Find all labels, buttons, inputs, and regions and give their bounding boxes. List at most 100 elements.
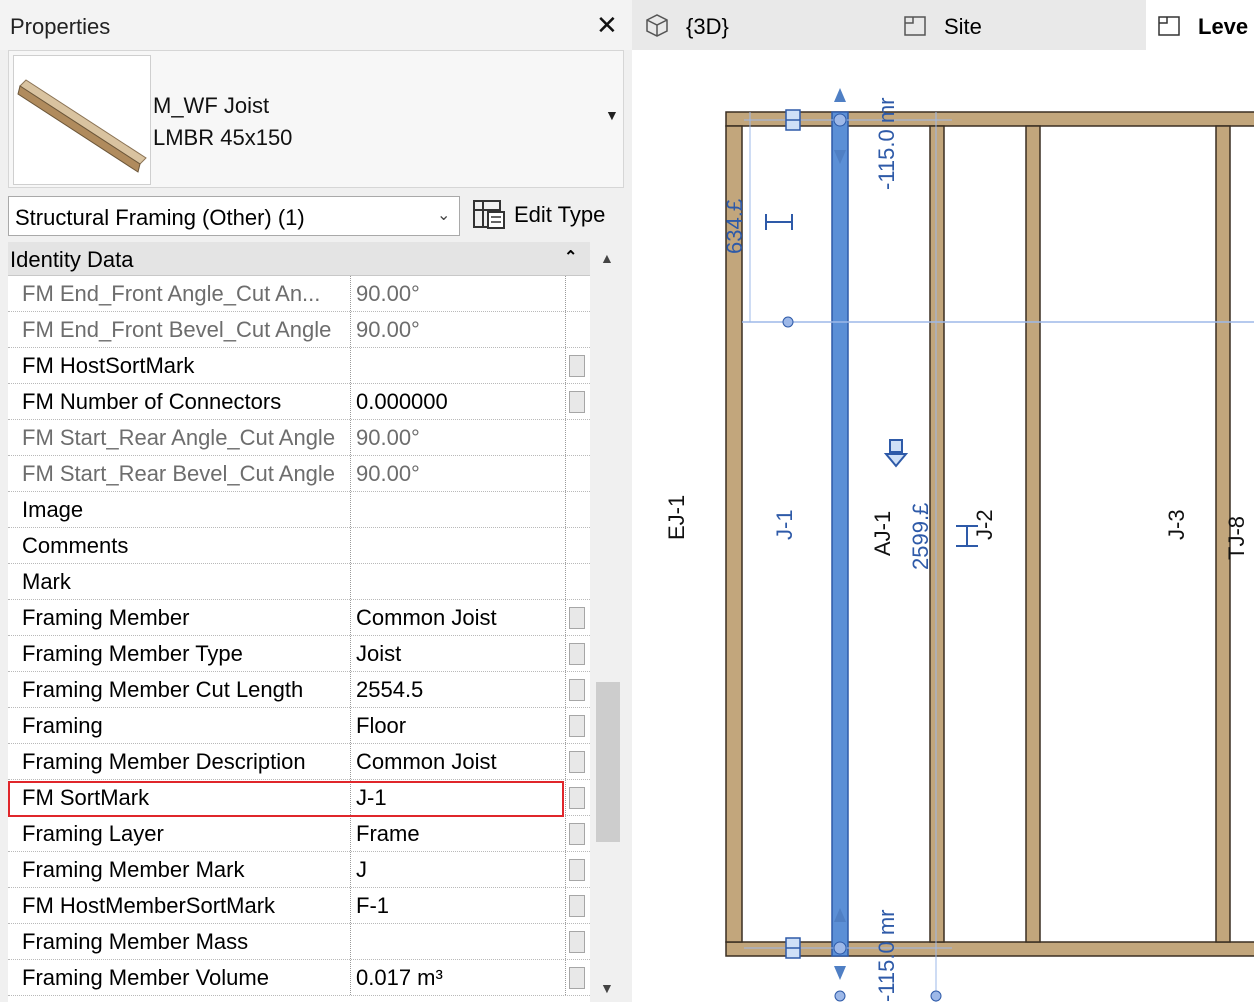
- property-name: FM HostMemberSortMark: [22, 893, 276, 918]
- flip-control-icon[interactable]: [883, 439, 909, 468]
- drag-arrow-up-icon[interactable]: [834, 88, 846, 102]
- associate-parameter-button[interactable]: [569, 859, 585, 881]
- drawing-canvas[interactable]: EJ-1 J-1 AJ-1 J-2 J-3 TJ-8 -115.0 mr -11…: [632, 50, 1254, 1002]
- property-value[interactable]: 90.00°: [356, 425, 562, 451]
- property-value[interactable]: F-1: [356, 893, 562, 919]
- property-row[interactable]: Framing Member Common Joist: [8, 600, 590, 636]
- property-row[interactable]: FM Start_Rear Angle_Cut Angle 90.00°: [8, 420, 590, 456]
- property-value[interactable]: 0.000000: [356, 389, 562, 415]
- property-value[interactable]: 90.00°: [356, 461, 562, 487]
- property-value[interactable]: Common Joist: [356, 605, 562, 631]
- property-row[interactable]: FM SortMark J-1: [8, 780, 590, 816]
- property-value[interactable]: Joist: [356, 641, 562, 667]
- associate-parameter-button[interactable]: [569, 751, 585, 773]
- property-value[interactable]: Floor: [356, 713, 562, 739]
- scroll-down-icon[interactable]: ▼: [600, 980, 614, 996]
- property-value[interactable]: Common Joist: [356, 749, 562, 775]
- associate-parameter-button[interactable]: [569, 607, 585, 629]
- tab-level[interactable]: Leve: [1146, 0, 1254, 50]
- edit-type-button[interactable]: Edit Type: [470, 196, 620, 232]
- column-separator: [350, 276, 351, 311]
- column-separator: [565, 312, 566, 347]
- column-separator: [565, 888, 566, 923]
- associate-parameter-button[interactable]: [569, 643, 585, 665]
- associate-parameter-button[interactable]: [569, 931, 585, 953]
- property-value[interactable]: 0.017 m³: [356, 965, 562, 991]
- framing-plan[interactable]: EJ-1 J-1 AJ-1 J-2 J-3 TJ-8 -115.0 mr -11…: [632, 50, 1254, 1002]
- type-preview-image: [13, 55, 151, 185]
- associate-parameter-button[interactable]: [569, 895, 585, 917]
- plan-view-icon: [904, 16, 926, 36]
- property-name: Framing Member Volume: [22, 965, 269, 990]
- property-row[interactable]: Mark: [8, 564, 590, 600]
- property-row[interactable]: Framing Member Mark J: [8, 852, 590, 888]
- property-row[interactable]: FM HostMemberSortMark F-1: [8, 888, 590, 924]
- property-row[interactable]: Framing Member Type Joist: [8, 636, 590, 672]
- property-row[interactable]: FM End_Front Bevel_Cut Angle 90.00°: [8, 312, 590, 348]
- scrollbar-thumb[interactable]: [596, 682, 620, 842]
- pin-icon[interactable]: [785, 937, 801, 959]
- grip-dot[interactable]: [930, 990, 942, 1002]
- property-row[interactable]: FM Start_Rear Bevel_Cut Angle 90.00°: [8, 456, 590, 492]
- properties-grid: Identity Data ⌃ FM End_Front Angle_Cut A…: [8, 242, 590, 1002]
- property-row[interactable]: Framing Floor: [8, 708, 590, 744]
- property-row[interactable]: FM End_Front Angle_Cut An... 90.00°: [8, 276, 590, 312]
- close-icon[interactable]: ✕: [596, 12, 618, 38]
- property-name: Comments: [22, 533, 129, 558]
- instance-filter-dropdown[interactable]: Structural Framing (Other) (1) ⌄: [8, 196, 460, 236]
- tab-3d[interactable]: {3D}: [632, 0, 888, 50]
- associate-parameter-button[interactable]: [569, 967, 585, 989]
- pin-icon[interactable]: [785, 109, 801, 131]
- property-row[interactable]: FM Number of Connectors 0.000000: [8, 384, 590, 420]
- column-separator: [565, 852, 566, 887]
- property-row[interactable]: Framing Member Volume 0.017 m³: [8, 960, 590, 996]
- dimension-length[interactable]: 2599.£: [908, 503, 933, 570]
- bottom-plate[interactable]: [725, 941, 1254, 957]
- property-row[interactable]: Framing Member Description Common Joist: [8, 744, 590, 780]
- member-label: J-3: [1164, 509, 1189, 540]
- offset-grip[interactable]: [782, 316, 794, 328]
- property-value[interactable]: J-1: [356, 785, 562, 811]
- property-name: Framing Layer: [22, 821, 164, 846]
- joist-j-1-selected[interactable]: [831, 111, 849, 957]
- associate-parameter-button[interactable]: [569, 391, 585, 413]
- property-value[interactable]: 90.00°: [356, 317, 562, 343]
- property-row[interactable]: Framing Member Cut Length 2554.5: [8, 672, 590, 708]
- end-grip-top[interactable]: [833, 113, 847, 127]
- associate-parameter-button[interactable]: [569, 823, 585, 845]
- associate-parameter-button[interactable]: [569, 715, 585, 737]
- top-plate[interactable]: [725, 111, 1254, 127]
- column-separator: [350, 744, 351, 779]
- tab-site[interactable]: Site: [892, 0, 1142, 50]
- property-row[interactable]: Framing Member Mass: [8, 924, 590, 960]
- column-separator: [350, 888, 351, 923]
- property-value[interactable]: 2554.5: [356, 677, 562, 703]
- property-row[interactable]: Comments: [8, 528, 590, 564]
- grip-dot[interactable]: [834, 990, 846, 1002]
- property-value[interactable]: 90.00°: [356, 281, 562, 307]
- end-grip-bottom[interactable]: [833, 941, 847, 955]
- dimension-bottom[interactable]: -115.0 mr: [874, 909, 899, 1002]
- dimension-top[interactable]: -115.0 mr: [874, 97, 899, 190]
- vertical-scrollbar[interactable]: ▲ ▼: [592, 242, 624, 1002]
- property-value[interactable]: Frame: [356, 821, 562, 847]
- dropdown-arrow-icon[interactable]: ▼: [605, 107, 619, 123]
- associate-parameter-button[interactable]: [569, 679, 585, 701]
- type-selector[interactable]: M_WF Joist LMBR 45x150 ▼: [8, 50, 624, 188]
- property-name: FM Number of Connectors: [22, 389, 282, 414]
- associate-parameter-button[interactable]: [569, 355, 585, 377]
- drag-arrow-down-icon[interactable]: [834, 966, 846, 980]
- column-separator: [565, 456, 566, 491]
- property-value[interactable]: J: [356, 857, 562, 883]
- group-header-identity-data[interactable]: Identity Data ⌃: [8, 242, 590, 276]
- property-row[interactable]: Framing Layer Frame: [8, 816, 590, 852]
- property-row[interactable]: Image: [8, 492, 590, 528]
- collapse-icon[interactable]: ⌃: [564, 247, 577, 267]
- scroll-up-icon[interactable]: ▲: [600, 250, 614, 266]
- associate-parameter-button[interactable]: [569, 787, 585, 809]
- column-separator: [565, 528, 566, 563]
- property-row[interactable]: FM HostSortMark: [8, 348, 590, 384]
- column-separator: [565, 384, 566, 419]
- dimension-side[interactable]: 634.£: [722, 199, 747, 254]
- joist-j-2[interactable]: [1025, 125, 1041, 943]
